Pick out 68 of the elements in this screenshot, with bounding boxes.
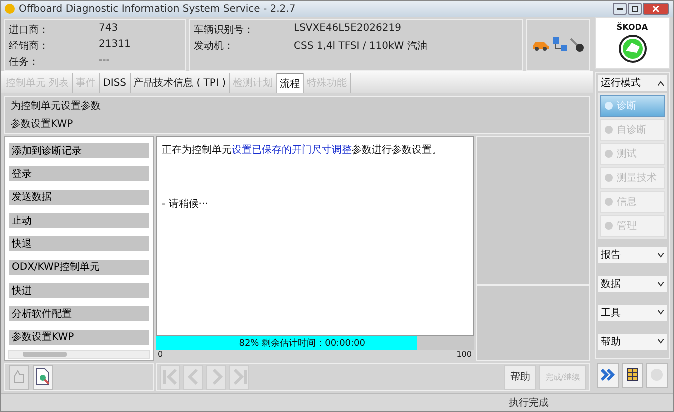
action-button[interactable]: 帮助 [504,364,536,390]
maximize-icon [632,6,638,12]
section-header[interactable]: 数据 [598,276,667,292]
step-item[interactable]: 添加到诊断记录 [9,143,149,158]
maximize-button[interactable] [628,3,642,15]
wait-text: - 请稍候··· [162,198,210,211]
first-icon [161,367,179,387]
caret-icon [658,80,664,86]
mode-icon [604,197,614,207]
grid-icon [626,368,638,382]
grid-button[interactable] [622,362,644,388]
document-button[interactable] [33,364,53,390]
double-chevron-icon [600,369,615,381]
field-value: 21311 [99,39,132,52]
tab[interactable]: 产品技术信息 ( TPI ) [130,73,230,93]
window-title: Offboard Diagnostic Information System Service - 2.2.7 [19,4,296,14]
field-value: CSS 1,4l TFSI / 110kW 汽油 [294,40,428,53]
caret-icon [658,252,664,258]
message-text: 正在为控制单元设置已保存的开门尺寸调整参数进行参数设置。 [162,144,443,157]
breadcrumb-text: 为控制单元设置参数 [11,100,102,113]
key-icon [570,38,584,52]
mode-icon [604,149,614,159]
field-label: 发动机： [194,40,235,53]
mode-header[interactable]: 运行模式 [598,75,667,91]
logo-icon [618,34,648,64]
mode-icon [604,173,614,183]
section-header[interactable]: 报告 [598,247,667,264]
step-item[interactable]: 止动 [9,213,149,228]
field-label: 经销商： [9,40,50,53]
minimize-button[interactable] [613,3,627,15]
field-value: --- [99,55,111,68]
car-icon [532,40,550,50]
step-item[interactable]: 参数设置KWP [9,330,149,345]
step-item[interactable]: ODX/KWP控制单元 [9,260,149,275]
tab[interactable]: DISS [100,73,131,93]
field-label: 进口商： [9,24,50,37]
step-item[interactable]: 快进 [9,283,149,298]
caret-icon [658,310,664,316]
mode-icon [604,125,614,135]
mode-icon [604,101,614,111]
scrollbar[interactable] [8,350,150,359]
document-search-icon [36,368,50,386]
close-button[interactable] [643,3,669,15]
field-value: LSVXE46L5E2026219 [294,23,402,36]
breadcrumb-text: 参数设置KWP [11,118,74,131]
caret-icon [658,339,664,344]
mode-icon [604,221,614,231]
caret-icon [658,282,664,287]
forward-button[interactable] [597,362,619,388]
app-icon [5,4,15,14]
field-label: 车辆识别号： [194,24,255,37]
field-label: 任务： [9,56,40,69]
minimize-icon [617,8,623,10]
tab[interactable]: 流程 [276,73,304,93]
step-item[interactable]: 登录 [9,166,149,182]
brand-name: ŠKODA [616,22,648,32]
step-item[interactable]: 分析软件配置 [9,306,149,322]
network-icon [553,37,567,53]
field-value: 743 [99,23,120,36]
step-item[interactable]: 发送数据 [9,190,149,205]
section-header[interactable]: 帮助 [598,334,667,350]
section-header[interactable]: 工具 [598,304,667,321]
scale-label: 0 [158,350,164,361]
status-text: 执行完成 [509,396,549,410]
progress-text: 82% 剩余估计时间：00:00:00 [239,338,366,350]
close-icon [653,6,659,12]
step-item[interactable]: 快退 [9,236,149,252]
scale-label: 100 [456,350,472,361]
